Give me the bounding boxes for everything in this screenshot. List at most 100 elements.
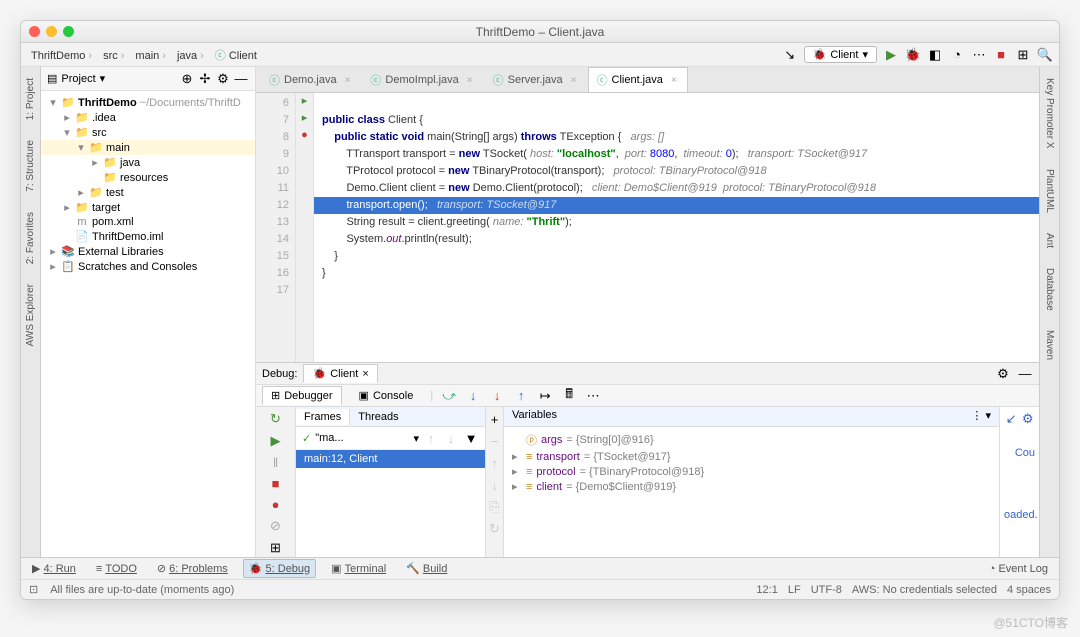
console-tab[interactable]: ▣Console (350, 386, 423, 405)
recycle-icon[interactable]: ↻ (487, 521, 503, 537)
tree-node[interactable]: ▸📚External Libraries (41, 244, 255, 259)
step-into-icon[interactable]: ↓ (465, 388, 481, 404)
attach-icon[interactable]: ⋯ (971, 47, 987, 63)
hide-icon[interactable]: — (233, 71, 249, 87)
run-to-cursor-icon[interactable]: ↦ (537, 388, 553, 404)
force-step-icon[interactable]: ↓ (489, 388, 505, 404)
status-item[interactable]: UTF-8 (811, 584, 842, 596)
down-icon[interactable]: ↓ (487, 477, 503, 493)
bottom-tab[interactable]: 🐞 5: Debug (243, 559, 316, 578)
rail-item[interactable]: 7: Structure (25, 137, 36, 195)
threads-tab[interactable]: Threads (350, 409, 406, 425)
bottom-tab[interactable]: ⊘ 6: Problems (152, 560, 233, 577)
hide-icon[interactable]: — (1017, 366, 1033, 382)
project-tree[interactable]: ▾📁ThriftDemo ~/Documents/ThriftD▸📁.idea▾… (41, 91, 255, 557)
status-item[interactable]: LF (788, 584, 801, 596)
debugger-tab[interactable]: ⊞Debugger (262, 386, 342, 405)
editor-tab[interactable]: ⓒDemo.java× (260, 67, 361, 92)
code-editor[interactable]: 67891011121314151617 ▸▸● public class Cl… (256, 93, 1039, 362)
filter-icon[interactable]: ▼ (463, 430, 479, 446)
status-item[interactable]: AWS: No credentials selected (852, 584, 997, 596)
step-out-icon[interactable]: ↑ (513, 388, 529, 404)
breadcrumb-item[interactable]: java (173, 48, 211, 64)
minimize-icon[interactable] (46, 26, 57, 37)
project-view-icon[interactable]: ▤ (47, 72, 57, 85)
breadcrumb-item[interactable]: ThriftDemo (27, 48, 99, 64)
rail-item[interactable]: Key Promoter X (1044, 75, 1055, 152)
variable-row[interactable]: ▸≡transport = {TSocket@917} (510, 449, 993, 464)
layout-icon[interactable]: ⊞ (1015, 47, 1031, 63)
sidebar-title[interactable]: Project (61, 73, 95, 85)
gear-icon[interactable]: ⚙ (995, 366, 1011, 382)
tree-node[interactable]: mpom.xml (41, 215, 255, 229)
bottom-tab[interactable]: ▶ 4: Run (27, 560, 81, 577)
rail-item[interactable]: Database (1044, 265, 1055, 314)
debug-session-tab[interactable]: 🐞Client× (303, 364, 377, 383)
code-lines[interactable]: public class Client { public static void… (314, 93, 1039, 362)
stack-frame[interactable]: main:12, Client (296, 450, 485, 468)
bottom-tab[interactable]: ▣ Terminal (326, 560, 391, 577)
stop-icon[interactable]: ■ (993, 47, 1009, 63)
rail-item[interactable]: PlantUML (1044, 166, 1055, 216)
tree-node[interactable]: 📁resources (41, 170, 255, 185)
tree-node[interactable]: ▸📁java (41, 155, 255, 170)
tree-node[interactable]: ▾📁ThriftDemo ~/Documents/ThriftD (41, 95, 255, 110)
stop-icon[interactable]: ■ (268, 476, 284, 491)
rerun-icon[interactable]: ↻ (268, 411, 284, 427)
rail-item[interactable]: 1: Project (25, 75, 36, 123)
tree-node[interactable]: 📄ThriftDemo.iml (41, 229, 255, 244)
hammer-icon[interactable]: ↘ (782, 47, 798, 63)
variable-row[interactable]: ▸≡protocol = {TBinaryProtocol@918} (510, 464, 993, 479)
step-over-icon[interactable]: ⤻ (441, 388, 457, 404)
more-icon[interactable]: ⋯ (585, 388, 601, 404)
close-icon[interactable] (29, 26, 40, 37)
select-opened-icon[interactable]: ⊕ (179, 71, 195, 87)
gear-icon[interactable]: ⚙ (215, 71, 231, 87)
event-log-button[interactable]: ◔ Event Log (984, 561, 1053, 577)
expand-icon[interactable]: ✢ (197, 71, 213, 87)
tree-node[interactable]: ▸📁target (41, 200, 255, 215)
profile-icon[interactable]: ◔ (949, 47, 965, 63)
zoom-icon[interactable] (63, 26, 74, 37)
add-icon[interactable]: + (487, 411, 503, 427)
run-icon[interactable]: ▶ (883, 47, 899, 63)
tree-node[interactable]: ▸📋Scratches and Consoles (41, 259, 255, 274)
debug-icon[interactable]: 🐞 (905, 47, 921, 63)
editor-tab[interactable]: ⓒServer.java× (484, 67, 588, 92)
mute-bp-icon[interactable]: ⊘ (268, 518, 284, 534)
pause-icon[interactable]: ‖ (268, 455, 284, 470)
run-config-select[interactable]: 🐞Client▾ (804, 46, 877, 63)
evaluate-icon[interactable]: 🖩 (561, 388, 577, 404)
coverage-icon[interactable]: ◧ (927, 47, 943, 63)
variable-row[interactable]: ▸≡client = {Demo$Client@919} (510, 479, 993, 494)
tree-node[interactable]: ▾📁main (41, 140, 255, 155)
tree-node[interactable]: ▾📁src (41, 125, 255, 140)
editor-tab[interactable]: ⓒClient.java× (588, 67, 688, 92)
copy-icon[interactable]: ⎘ (487, 499, 503, 515)
layout-icon[interactable]: ⊞ (268, 540, 284, 556)
line-gutter[interactable]: 67891011121314151617 (256, 93, 296, 362)
editor-tab[interactable]: ⓒDemoImpl.java× (361, 67, 483, 92)
rail-item[interactable]: AWS Explorer (25, 281, 36, 349)
remove-icon[interactable]: − (487, 433, 503, 449)
bottom-tab[interactable]: 🔨 Build (401, 560, 452, 577)
breadcrumb-item[interactable]: ⓒ Client (211, 48, 261, 64)
restore-icon[interactable]: ↙ (1004, 411, 1019, 427)
search-icon[interactable]: 🔍 (1037, 47, 1053, 63)
resume-icon[interactable]: ▶ (268, 433, 284, 449)
variable-row[interactable]: ⓟargs = {String[0]@916} (510, 431, 993, 449)
breadcrumb-item[interactable]: main (131, 48, 173, 64)
bottom-tab[interactable]: ≡ TODO (91, 561, 142, 577)
tree-node[interactable]: ▸📁.idea (41, 110, 255, 125)
status-item[interactable]: 12:1 (756, 584, 777, 596)
tree-node[interactable]: ▸📁test (41, 185, 255, 200)
variables-list[interactable]: ⓟargs = {String[0]@916}▸≡transport = {TS… (504, 427, 999, 557)
icon-gutter[interactable]: ▸▸● (296, 93, 314, 362)
breadcrumb-item[interactable]: src (99, 48, 131, 64)
next-frame-icon[interactable]: ↓ (443, 430, 459, 446)
up-icon[interactable]: ↑ (487, 455, 503, 471)
thread-select[interactable]: ✓"ma...▾ ↑ ↓ ▼ (296, 427, 485, 450)
gear-icon[interactable]: ⚙ (1021, 411, 1036, 427)
sync-icon[interactable]: ⊡ (29, 583, 38, 596)
rail-item[interactable]: 2: Favorites (25, 209, 36, 267)
